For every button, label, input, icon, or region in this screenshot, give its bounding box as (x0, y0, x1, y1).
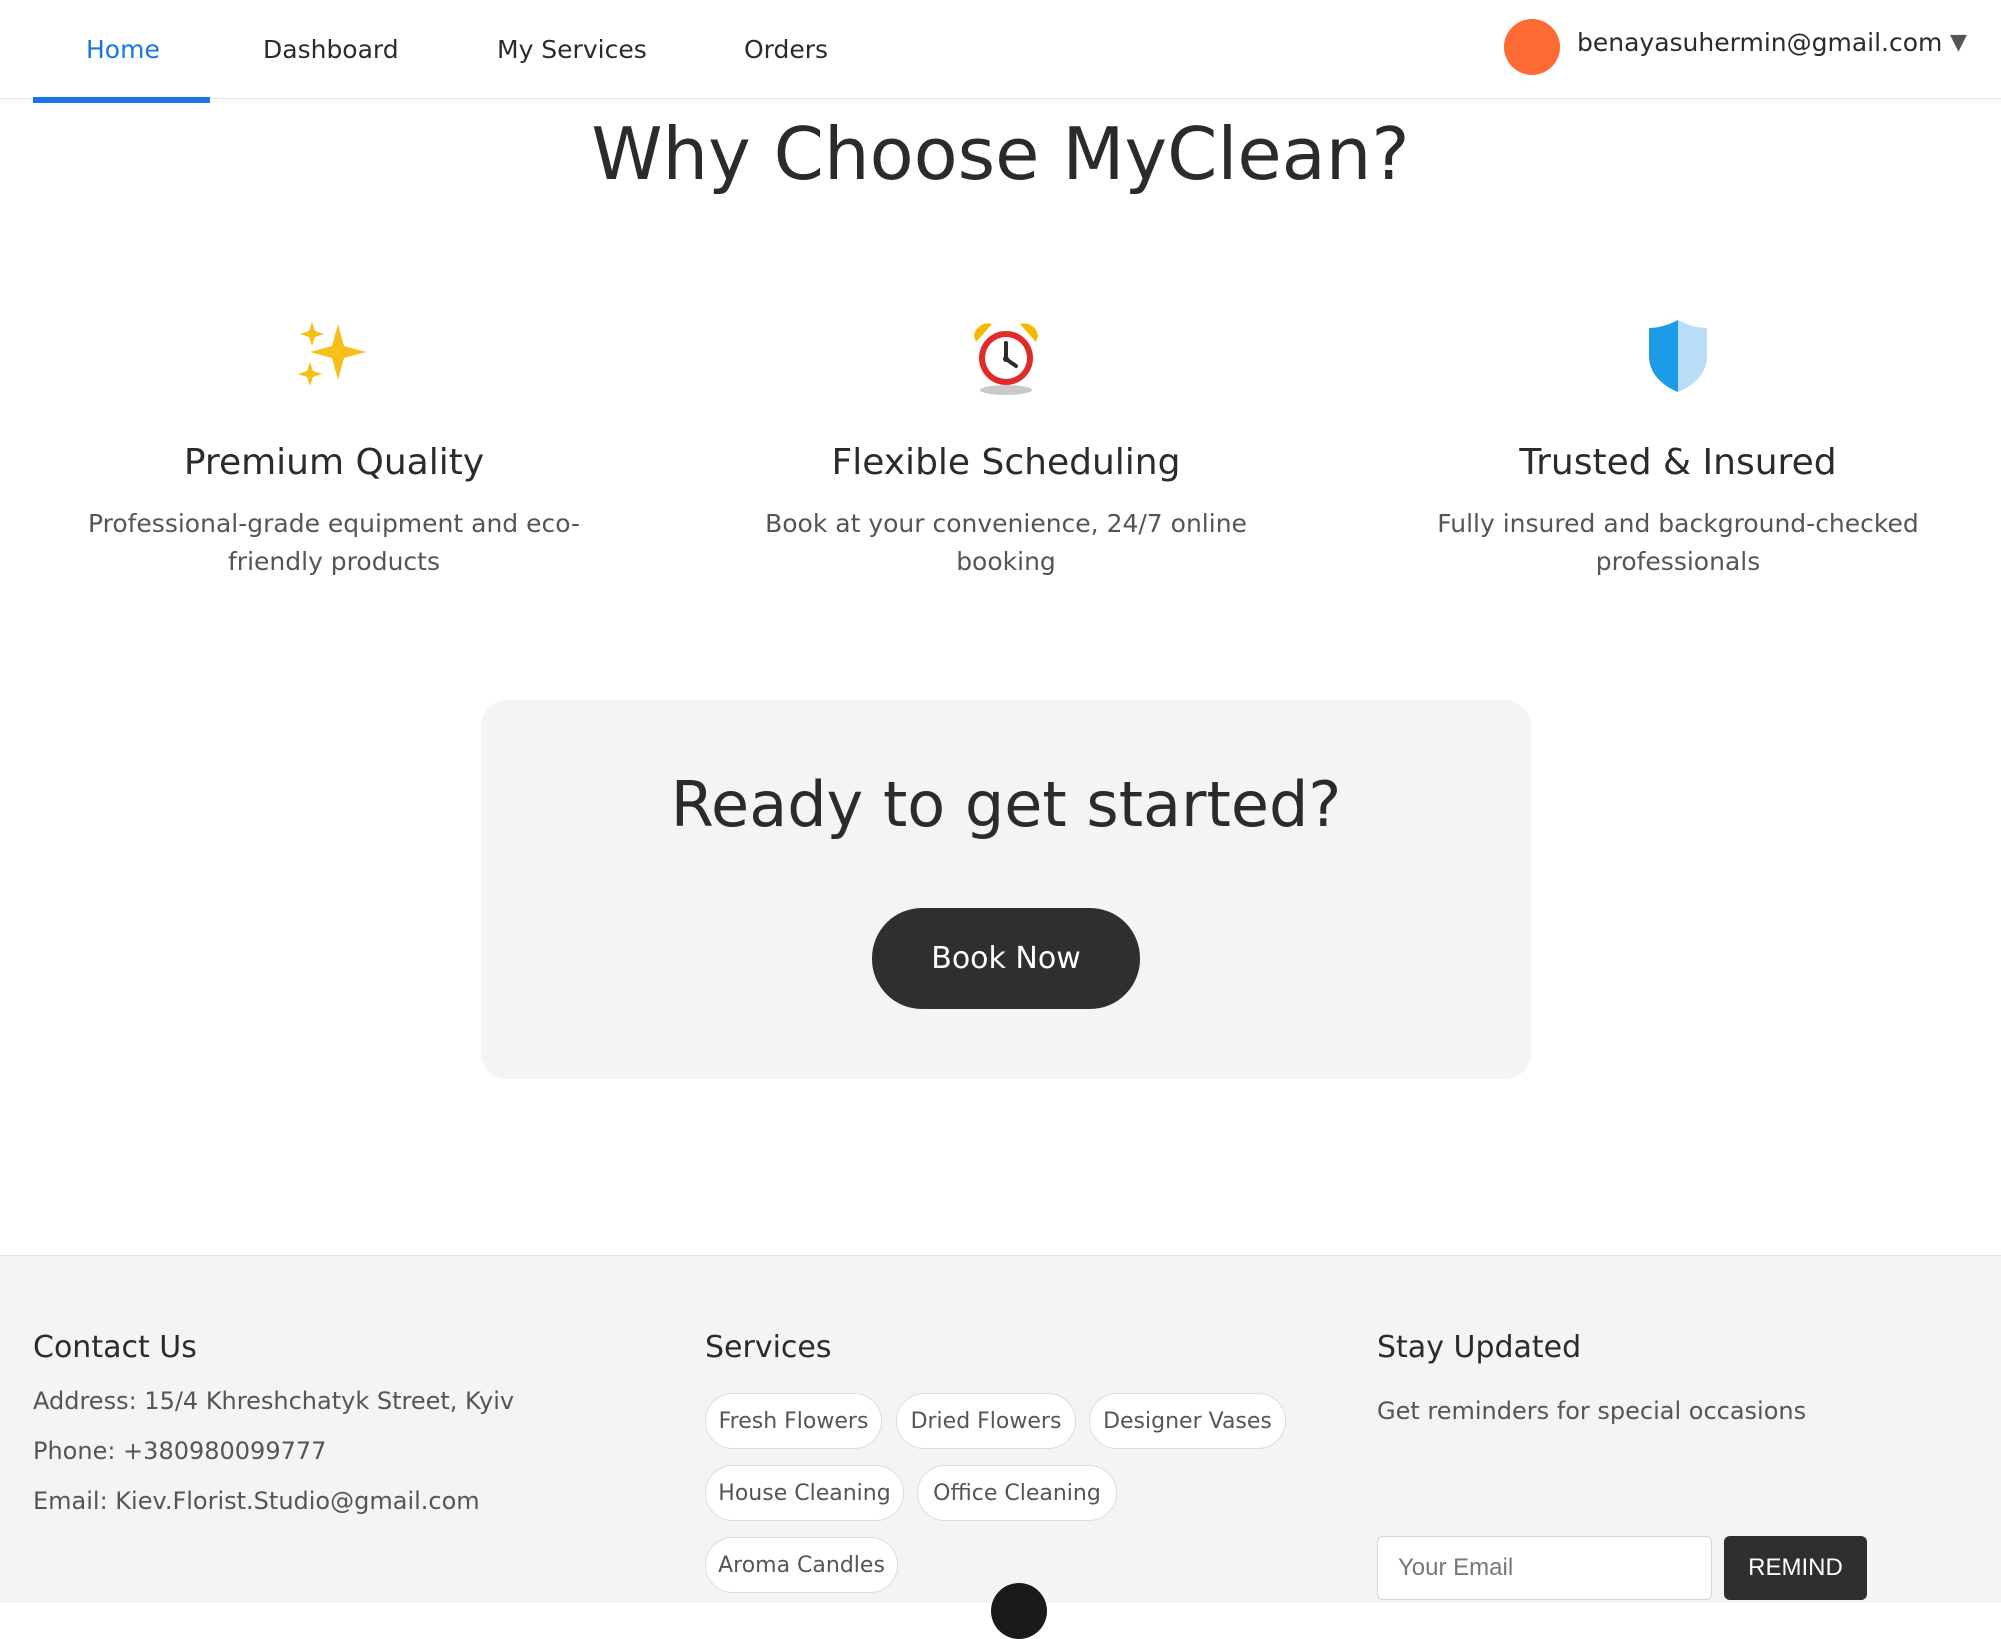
contact-phone: Phone: +380980099777 (33, 1437, 327, 1465)
chip-house-cleaning[interactable]: House Cleaning (705, 1465, 904, 1521)
avatar[interactable] (1504, 19, 1560, 75)
footer-contact-column: Contact Us Address: 15/4 Khreshchatyk St… (33, 1330, 633, 1515)
feature-description: Professional-grade equipment and eco-fri… (87, 509, 581, 576)
tab-home[interactable]: Home (86, 0, 160, 98)
stay-updated-description: Get reminders for special occasions (1377, 1397, 1807, 1425)
chip-fresh-flowers[interactable]: Fresh Flowers (705, 1393, 882, 1449)
contact-email: Email: Kiev.Florist.Studio@gmail.com (33, 1487, 480, 1515)
active-tab-indicator (33, 97, 210, 103)
sparkles-icon (54, 310, 614, 402)
footer-services-column: Services Fresh Flowers Dried Flowers Des… (705, 1330, 1325, 1593)
section-title: Why Choose MyClean? (591, 112, 1410, 196)
feature-description: Book at your convenience, 24/7 online bo… (765, 509, 1247, 576)
feature-title: Trusted & Insured (1519, 442, 1837, 483)
chip-dried-flowers[interactable]: Dried Flowers (896, 1393, 1076, 1449)
feature-description: Fully insured and background-checked pro… (1437, 509, 1919, 576)
chip-aroma-candles[interactable]: Aroma Candles (705, 1537, 898, 1593)
user-email[interactable]: benayasuhermin@gmail.com (1577, 28, 1942, 57)
contact-heading: Contact Us (33, 1330, 197, 1365)
tab-orders[interactable]: Orders (744, 0, 828, 98)
cta-title: Ready to get started? (670, 768, 1342, 841)
feature-card-trusted-insured: Trusted & Insured Fully insured and back… (1398, 310, 1958, 581)
chip-office-cleaning[interactable]: Office Cleaning (917, 1465, 1117, 1521)
contact-address: Address: 15/4 Khreshchatyk Street, Kyiv (33, 1387, 515, 1415)
top-navigation: Home Dashboard My Services Orders benaya… (0, 0, 2001, 103)
floating-widget-button[interactable] (991, 1583, 1047, 1639)
book-now-button[interactable]: Book Now (872, 908, 1140, 1009)
footer-stay-updated-column: Stay Updated Get reminders for special o… (1377, 1330, 1937, 1610)
cta-panel: Ready to get started? Book Now (481, 700, 1531, 1079)
footer: Contact Us Address: 15/4 Khreshchatyk St… (0, 1255, 2001, 1639)
feature-card-flexible-scheduling: Flexible Scheduling Book at your conveni… (726, 310, 1286, 581)
tab-dashboard[interactable]: Dashboard (263, 0, 399, 98)
reminder-email-input[interactable] (1377, 1536, 1712, 1600)
chevron-down-icon[interactable]: ▼ (1950, 30, 1967, 55)
alarm-clock-icon (726, 310, 1286, 402)
remind-button[interactable]: REMIND (1724, 1536, 1867, 1600)
tab-my-services[interactable]: My Services (497, 0, 647, 98)
feature-title: Flexible Scheduling (831, 442, 1181, 483)
stay-updated-heading: Stay Updated (1377, 1330, 1582, 1365)
chip-designer-vases[interactable]: Designer Vases (1089, 1393, 1286, 1449)
feature-card-premium-quality: Premium Quality Professional-grade equip… (54, 310, 614, 581)
shield-icon (1398, 310, 1958, 402)
feature-title: Premium Quality (183, 442, 485, 483)
services-heading: Services (705, 1330, 832, 1365)
